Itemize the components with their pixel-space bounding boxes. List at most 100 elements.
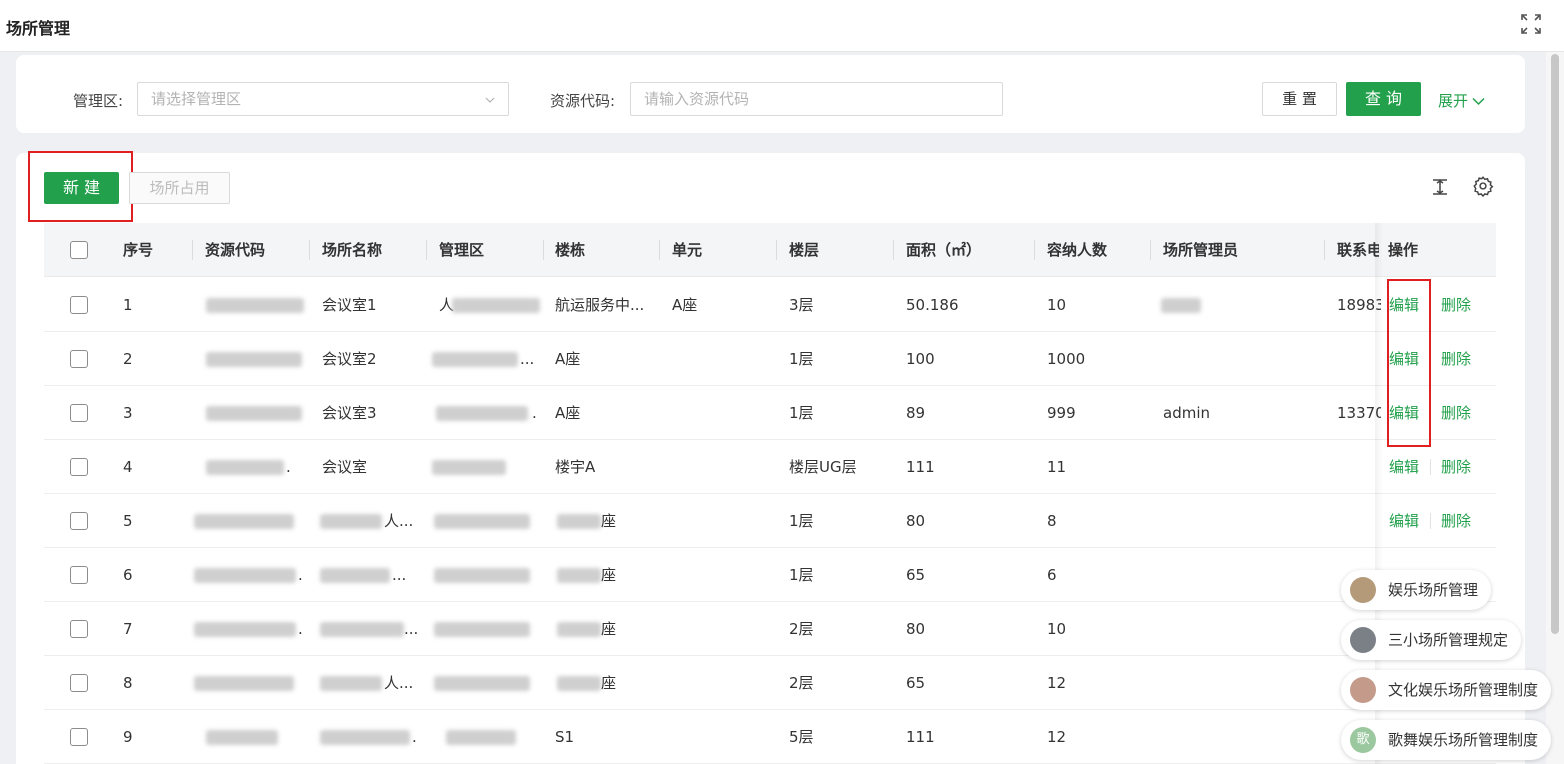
row-checkbox[interactable] <box>70 674 88 692</box>
delete-link[interactable]: 删除 <box>1441 332 1471 386</box>
col-code: 资源代码 <box>205 241 266 259</box>
cell-floor: 2层 <box>789 674 814 692</box>
table-row[interactable]: 7 . ... 座 2层 80 10 <box>44 602 1496 656</box>
cell-index: 6 <box>123 566 133 584</box>
redacted-cell <box>436 406 528 421</box>
redacted-cell <box>206 352 302 367</box>
table-row[interactable]: 5 人... 座 1层 80 8 编辑 删除 <box>44 494 1496 548</box>
fullscreen-icon[interactable] <box>1520 13 1542 35</box>
row-checkbox[interactable] <box>70 566 88 584</box>
cell-name: ... <box>404 620 419 638</box>
suggestion-label: 三小场所管理规定 <box>1388 631 1509 649</box>
cell-index: 9 <box>123 728 133 746</box>
area-select[interactable]: 请选择管理区 <box>137 82 509 116</box>
delete-link[interactable]: 删除 <box>1441 278 1471 332</box>
code-input[interactable]: 请输入资源代码 <box>630 82 1003 116</box>
cell-name: 人... <box>384 674 414 692</box>
table-row[interactable]: 1 会议室1 人 航运服务中... A座 3层 50.186 10 18983 … <box>44 278 1496 332</box>
edit-link[interactable]: 编辑 <box>1389 440 1419 494</box>
delete-link[interactable]: 删除 <box>1441 440 1471 494</box>
col-manager: 场所管理员 <box>1163 241 1239 259</box>
cell-floor: 1层 <box>789 350 814 368</box>
suggestion-chip[interactable]: 娱乐场所管理 <box>1341 570 1492 610</box>
cell-unit: A座 <box>672 296 698 314</box>
scrollbar-thumb[interactable] <box>1551 54 1559 634</box>
table-row[interactable]: 3 会议室3 . A座 1层 89 999 admin 13370 编辑 删除 <box>44 386 1496 440</box>
redacted-cell <box>320 622 404 637</box>
table-row[interactable]: 9 . S1 5层 111 12 <box>44 710 1496 764</box>
col-index: 序号 <box>123 241 154 259</box>
area-select-placeholder: 请选择管理区 <box>151 90 242 108</box>
occupy-button[interactable]: 场所占用 <box>129 172 230 204</box>
cell-index: 3 <box>123 404 133 422</box>
expand-button[interactable]: 展开 <box>1438 90 1485 111</box>
redacted-cell <box>452 298 540 313</box>
code-input-placeholder: 请输入资源代码 <box>644 90 750 108</box>
col-unit: 单元 <box>672 241 703 259</box>
cell-floor: 2层 <box>789 620 814 638</box>
col-actions: 操作 <box>1388 241 1419 259</box>
delete-link[interactable]: 删除 <box>1441 494 1471 548</box>
redacted-cell <box>557 676 601 691</box>
cell-name: 会议室2 <box>322 350 377 368</box>
redacted-cell <box>320 676 382 691</box>
row-checkbox[interactable] <box>70 296 88 314</box>
edit-link[interactable]: 编辑 <box>1389 494 1419 548</box>
suggestion-chip[interactable]: 歌 歌舞娱乐场所管理制度 <box>1341 720 1552 760</box>
row-checkbox[interactable] <box>70 728 88 746</box>
reset-button[interactable]: 重 置 <box>1262 82 1337 116</box>
table-row[interactable]: 8 人... 座 2层 65 12 <box>44 656 1496 710</box>
settings-icon[interactable] <box>1472 175 1494 198</box>
table-row[interactable]: 4 . 会议室 楼宇A 楼层UG层 111 11 编辑 删除 <box>44 440 1496 494</box>
cell-code: . <box>286 458 291 476</box>
redacted-cell <box>434 622 530 637</box>
column-divider <box>426 240 427 260</box>
table-header: 序号 资源代码 场所名称 管理区 楼栋 单元 楼层 面积（㎡） 容纳人数 场所管… <box>44 223 1496 277</box>
cell-size: 80 <box>906 620 926 638</box>
col-name: 场所名称 <box>322 241 383 259</box>
cell-building: A座 <box>555 350 581 368</box>
row-checkbox[interactable] <box>70 404 88 422</box>
page-title: 场所管理 <box>6 19 71 38</box>
cell-building: 航运服务中... <box>555 296 645 314</box>
cell-size: 50.186 <box>906 296 959 314</box>
select-all-checkbox[interactable] <box>70 241 88 259</box>
density-icon[interactable] <box>1430 177 1450 197</box>
suggestion-chip[interactable]: 文化娱乐场所管理制度 <box>1341 670 1552 710</box>
table-row[interactable]: 2 会议室2 ... A座 1层 100 1000 编辑 删除 <box>44 332 1496 386</box>
table-panel: 新 建 场所占用 序号 资源代码 场所名称 管理区 楼栋 单元 楼层 面积（㎡）… <box>16 151 1525 764</box>
cell-capacity: 12 <box>1047 728 1067 746</box>
column-divider <box>192 240 193 260</box>
suggestion-label: 娱乐场所管理 <box>1388 581 1479 599</box>
cell-index: 5 <box>123 512 133 530</box>
cell-name: . <box>412 728 417 746</box>
table-row[interactable]: 6 . ... 座 1层 65 6 <box>44 548 1496 602</box>
cell-size: 111 <box>906 728 935 746</box>
col-floor: 楼层 <box>789 241 820 259</box>
cell-size: 89 <box>906 404 926 422</box>
redacted-cell <box>320 568 390 583</box>
row-checkbox[interactable] <box>70 458 88 476</box>
cell-capacity: 999 <box>1047 404 1076 422</box>
redacted-cell <box>194 514 294 529</box>
col-contact: 联系电 <box>1337 241 1379 259</box>
column-divider <box>1324 240 1325 260</box>
cell-floor: 1层 <box>789 404 814 422</box>
cell-building: 座 <box>601 566 617 584</box>
cell-name: 会议室 <box>322 458 368 476</box>
column-divider <box>309 240 310 260</box>
expand-label: 展开 <box>1438 92 1469 110</box>
cell-code: . <box>298 620 303 638</box>
row-checkbox[interactable] <box>70 350 88 368</box>
cell-index: 8 <box>123 674 133 692</box>
column-divider <box>659 240 660 260</box>
column-divider <box>893 240 894 260</box>
row-checkbox[interactable] <box>70 620 88 638</box>
suggestion-chip[interactable]: 三小场所管理规定 <box>1341 620 1522 660</box>
redacted-cell <box>206 460 284 475</box>
row-checkbox[interactable] <box>70 512 88 530</box>
redacted-cell <box>434 568 530 583</box>
query-button[interactable]: 查 询 <box>1346 82 1421 116</box>
delete-link[interactable]: 删除 <box>1441 386 1471 440</box>
cell-capacity: 12 <box>1047 674 1067 692</box>
